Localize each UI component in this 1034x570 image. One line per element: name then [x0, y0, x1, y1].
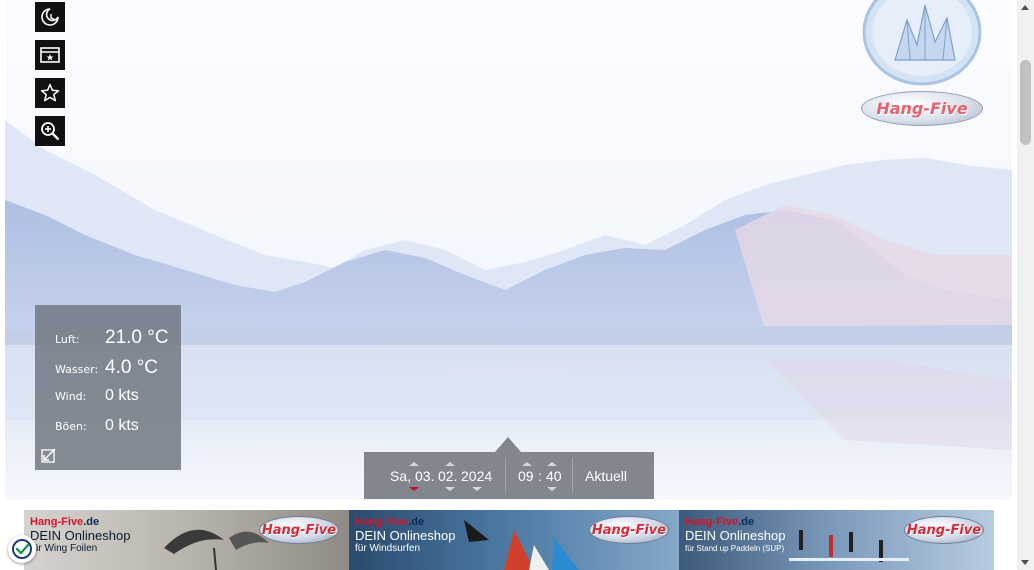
month-up-arrow[interactable]	[445, 462, 455, 466]
wind-value: 0 kts	[105, 387, 139, 404]
banner-subtitle: für Windsurfen	[355, 543, 421, 554]
banner-title: DEIN Onlineshop	[685, 528, 786, 543]
banner-subtitle: für Stand up Paddeln (SUP)	[685, 544, 785, 553]
shield-check-icon	[12, 539, 32, 559]
banner-logo: Hang-Five	[259, 516, 339, 544]
datebar-pointer	[495, 437, 521, 452]
night-mode-button[interactable]	[35, 2, 65, 32]
wind-row: Wind: 0 kts	[55, 387, 139, 405]
window-button[interactable]	[35, 40, 65, 70]
hour-up-arrow[interactable]	[522, 462, 532, 466]
favorite-button[interactable]	[35, 78, 65, 108]
banner-subtitle: für Wing Foilen	[30, 543, 98, 554]
picture-window-icon	[40, 47, 60, 63]
banner-title: DEIN Onlineshop	[30, 528, 131, 543]
scroll-up-arrow[interactable]	[1021, 5, 1029, 10]
gusts-value: 0 kts	[105, 417, 139, 434]
scrollbar-thumb[interactable]	[1020, 60, 1031, 145]
weekday: Sa,	[390, 468, 412, 484]
time-colon: :	[538, 468, 542, 484]
scroll-down-arrow[interactable]	[1021, 560, 1029, 565]
moon-clock-icon	[41, 8, 59, 26]
current-button[interactable]: Aktuell	[585, 468, 627, 484]
banner-logo: Hang-Five	[589, 516, 669, 544]
windsurf-image	[464, 520, 579, 570]
date-time-selector: Sa, 03. 02. 2024 09 : 40 Aktuell	[364, 452, 654, 499]
zoom-in-icon	[41, 122, 60, 141]
minute-down-arrow[interactable]	[547, 487, 557, 491]
banner-logo: Hang-Five	[904, 516, 984, 544]
page-scrollbar[interactable]	[1017, 0, 1034, 570]
weather-panel: Luft: 21.0 °C Wasser: 4.0 °C Wind: 0 kts…	[35, 305, 181, 470]
verified-badge[interactable]	[8, 535, 36, 563]
wind-label: Wind:	[55, 390, 87, 403]
banner-brand: Hang-Five.de	[685, 516, 755, 528]
gusts-label: Böen:	[55, 420, 87, 433]
month-down-arrow[interactable]	[445, 487, 455, 491]
water-label: Wasser:	[55, 363, 99, 376]
year-field[interactable]: 2024	[461, 468, 492, 484]
month-field[interactable]: 02.	[438, 468, 457, 484]
minute-up-arrow[interactable]	[547, 462, 557, 466]
banner-sup[interactable]: Hang-Five.de DEIN Onlineshop für Stand u…	[679, 510, 994, 570]
day-down-arrow[interactable]	[409, 487, 419, 491]
hour-field[interactable]: 09	[518, 468, 534, 484]
separator	[505, 458, 506, 493]
separator	[572, 458, 573, 493]
banner-wing-foil[interactable]: Hang-Five.de DEIN Onlineshop für Wing Fo…	[24, 510, 349, 570]
sup-image	[789, 530, 909, 562]
day-up-arrow[interactable]	[409, 462, 419, 466]
air-value: 21.0 °C	[105, 327, 169, 348]
banner-brand: Hang-Five.de	[355, 516, 425, 528]
banner-brand: Hang-Five.de	[30, 516, 100, 528]
banner-title: DEIN Onlineshop	[355, 528, 456, 543]
air-row: Luft: 21.0 °C	[55, 327, 169, 349]
hang-five-logo[interactable]: Hang-Five	[861, 91, 983, 126]
resize-arrow-icon[interactable]	[40, 446, 58, 464]
year-down-arrow[interactable]	[472, 487, 482, 491]
banner-windsurf[interactable]: Hang-Five.de DEIN Onlineshop für Windsur…	[349, 510, 679, 570]
zoom-button[interactable]	[35, 116, 65, 146]
star-icon	[40, 83, 60, 102]
day-field[interactable]: 03.	[415, 468, 434, 484]
ad-banners: Hang-Five.de DEIN Onlineshop für Wing Fo…	[24, 510, 994, 570]
hang-five-logo-text: Hang-Five	[876, 99, 968, 118]
air-label: Luft:	[55, 333, 80, 346]
gusts-row: Böen: 0 kts	[55, 417, 139, 435]
minute-field[interactable]: 40	[546, 468, 562, 484]
water-value: 4.0 °C	[105, 357, 159, 378]
wing-foil-image	[164, 529, 269, 570]
water-row: Wasser: 4.0 °C	[55, 357, 158, 379]
